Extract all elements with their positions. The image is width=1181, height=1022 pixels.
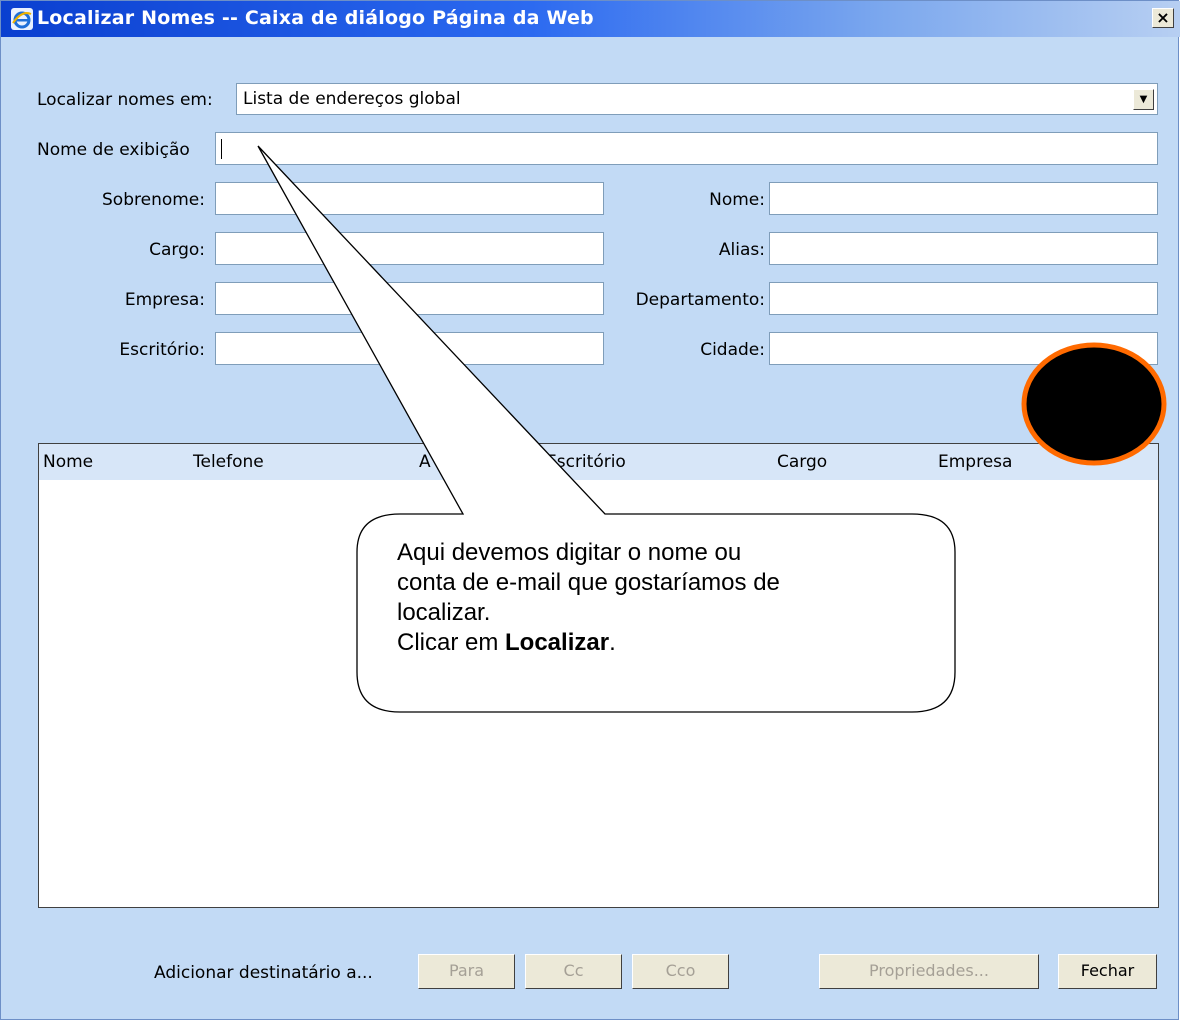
- find-names-dialog: Localizar Nomes -- Caixa de diálogo Pági…: [0, 0, 1180, 1020]
- results-header: Nome Telefone A Escritório Cargo Empresa: [39, 444, 1158, 480]
- display-name-input[interactable]: [215, 132, 1158, 165]
- office-label: Escritório:: [119, 340, 205, 360]
- company-input[interactable]: [215, 282, 604, 315]
- column-header-escritorio[interactable]: Escritório: [546, 452, 626, 472]
- callout-line-2: conta de e-mail que gostaríamos de: [397, 569, 780, 596]
- bcc-button[interactable]: Cco: [632, 954, 729, 989]
- callout-prefix: Clicar em: [397, 629, 506, 656]
- to-button[interactable]: Para: [418, 954, 515, 989]
- surname-label: Sobrenome:: [102, 190, 205, 210]
- address-book-value: Lista de endereços global: [243, 89, 461, 109]
- add-recipient-label: Adicionar destinatário a...: [154, 963, 373, 983]
- job-title-label: Cargo:: [149, 240, 205, 260]
- close-icon: ×: [1156, 8, 1170, 27]
- ie-icon: [11, 8, 33, 30]
- cc-button[interactable]: Cc: [525, 954, 622, 989]
- search-in-label: Localizar nomes em:: [37, 90, 213, 110]
- chevron-down-icon[interactable]: ▼: [1133, 89, 1154, 110]
- column-header-cargo[interactable]: Cargo: [777, 452, 827, 472]
- alias-input[interactable]: [769, 232, 1158, 265]
- department-label: Departamento:: [635, 290, 765, 310]
- department-input[interactable]: [769, 282, 1158, 315]
- city-label: Cidade:: [700, 340, 765, 360]
- company-label: Empresa:: [124, 290, 205, 310]
- text-caret: [221, 139, 222, 159]
- display-name-label: Nome de exibição: [37, 140, 190, 160]
- address-book-select[interactable]: Lista de endereços global ▼: [236, 83, 1158, 115]
- close-button[interactable]: ×: [1152, 8, 1174, 28]
- window-title: Localizar Nomes -- Caixa de diálogo Pági…: [37, 7, 594, 29]
- callout-line-1: Aqui devemos digitar o nome ou: [397, 539, 742, 566]
- callout-line-4: Clicar em Localizar.: [397, 628, 927, 658]
- close-dialog-button[interactable]: Fechar: [1058, 954, 1157, 989]
- alias-label: Alias:: [718, 240, 765, 260]
- title-bar[interactable]: Localizar Nomes -- Caixa de diálogo Pági…: [1, 1, 1180, 37]
- callout-line-3: localizar.: [397, 599, 491, 626]
- results-list[interactable]: Nome Telefone A Escritório Cargo Empresa: [38, 443, 1159, 908]
- callout-text: Aqui devemos digitar o nome ou conta de …: [397, 538, 927, 658]
- column-header-alias[interactable]: A: [419, 452, 431, 472]
- first-name-input[interactable]: [769, 182, 1158, 215]
- column-header-telefone[interactable]: Telefone: [193, 452, 264, 472]
- callout-bold: Localizar: [505, 629, 610, 656]
- column-header-empresa[interactable]: Empresa: [938, 452, 1012, 472]
- job-title-input[interactable]: [215, 232, 604, 265]
- city-input[interactable]: [769, 332, 1158, 365]
- surname-input[interactable]: [215, 182, 604, 215]
- column-header-nome[interactable]: Nome: [43, 452, 93, 472]
- properties-button[interactable]: Propriedades...: [819, 954, 1039, 989]
- callout-suffix: .: [609, 629, 616, 656]
- office-input[interactable]: [215, 332, 604, 365]
- first-name-label: Nome:: [709, 190, 765, 210]
